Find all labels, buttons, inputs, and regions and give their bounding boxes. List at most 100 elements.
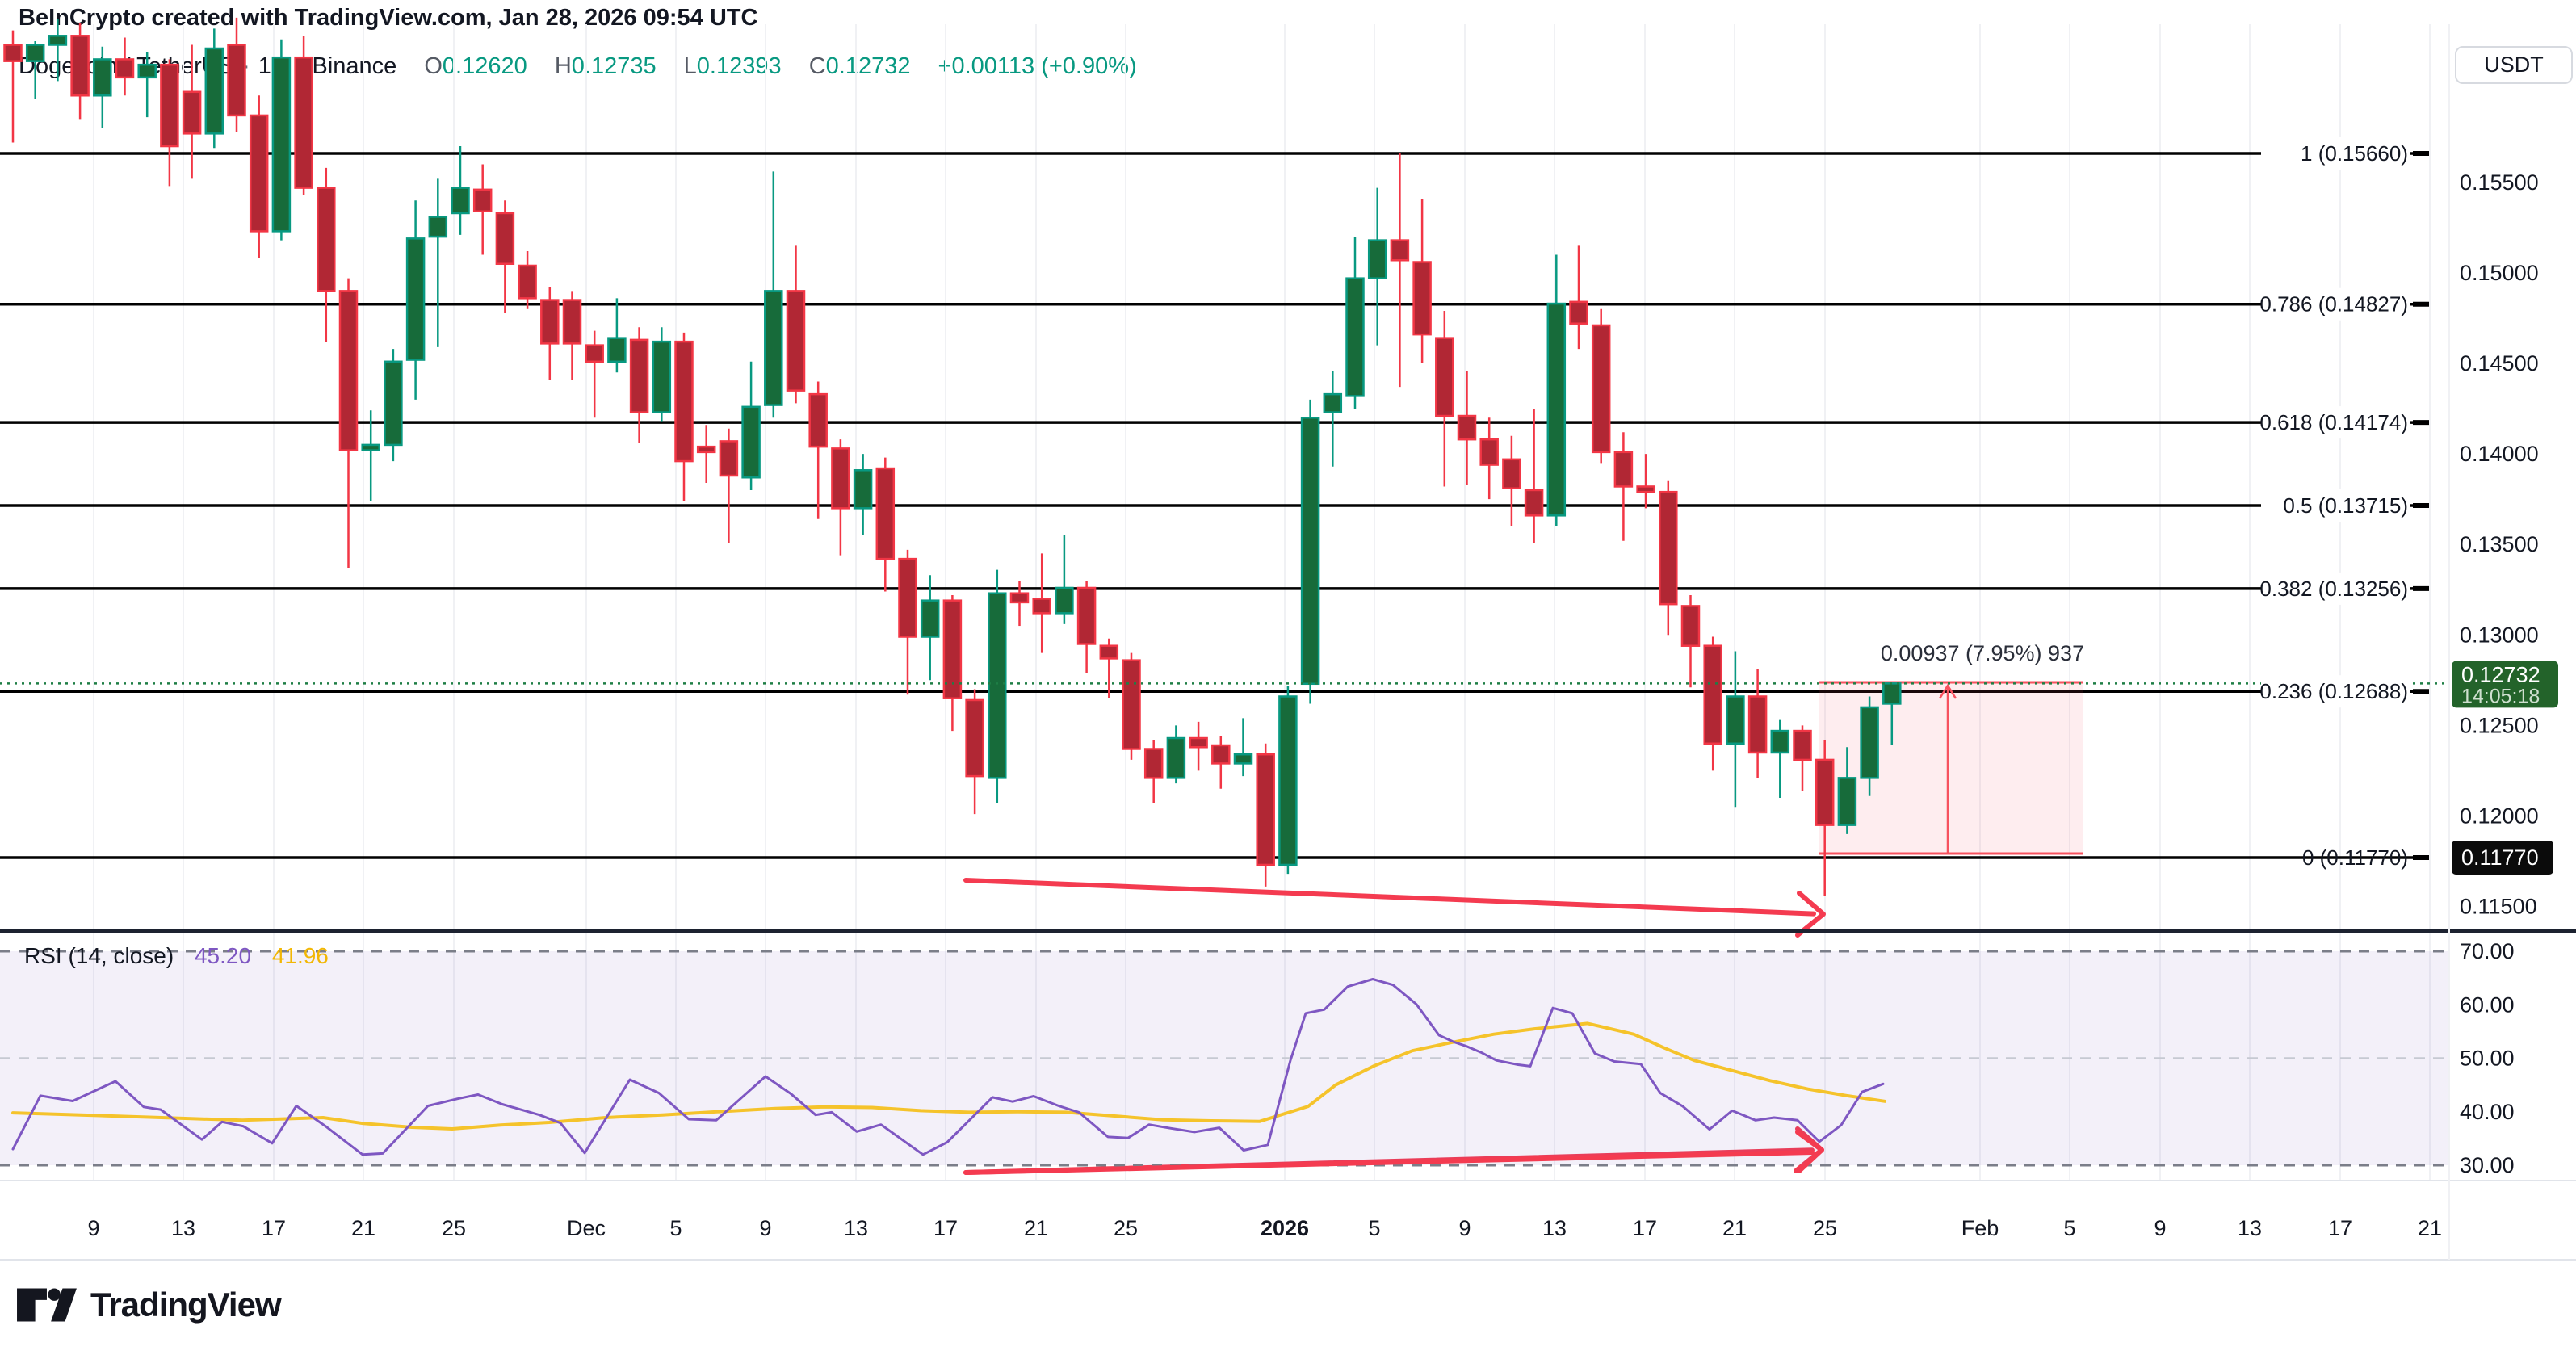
candle-body <box>94 59 111 95</box>
candle-body <box>1391 241 1408 261</box>
last-price-value: 0.12732 <box>2461 662 2540 686</box>
candle-body <box>340 291 357 450</box>
rsi-value: 45.20 <box>195 943 251 968</box>
measure-annotation: 0.00937 (7.95%) 937 <box>1881 641 2084 665</box>
candle-body <box>967 700 984 776</box>
candle-body <box>1257 754 1274 865</box>
currency-toggle-button[interactable]: USDT <box>2455 46 2573 84</box>
candle-body <box>1212 745 1229 763</box>
candle-body <box>1101 646 1118 659</box>
time-axis-label: 25 <box>442 1216 466 1240</box>
candle-body <box>1503 459 1520 489</box>
fib-zero-price-value: 0.11770 <box>2461 845 2539 870</box>
candle-body <box>1705 646 1722 744</box>
candle-body <box>474 190 491 212</box>
candle-body <box>765 291 782 405</box>
candle-body <box>317 188 334 292</box>
candle-body <box>921 601 938 637</box>
candle-body <box>49 36 66 44</box>
candle-body <box>407 238 424 359</box>
price-axis-label: 0.11500 <box>2460 895 2537 919</box>
bar-close-countdown: 14:05:18 <box>2461 685 2540 707</box>
candle-body <box>5 45 22 61</box>
tradingview-chart-window: BeInCrypto created with TradingView.com,… <box>0 0 2576 1355</box>
time-axis-label: 21 <box>351 1216 375 1240</box>
time-axis-label: 17 <box>262 1216 286 1240</box>
candle-body <box>810 394 827 447</box>
tradingview-wordmark: TradingView <box>90 1286 281 1324</box>
candle-body <box>1123 661 1140 749</box>
rsi-ma-value: 41.96 <box>272 943 329 968</box>
candle-body <box>452 188 469 213</box>
time-axis-label: 2026 <box>1261 1216 1309 1240</box>
time-axis-label: 13 <box>1542 1216 1567 1240</box>
candle-body <box>1571 302 1588 324</box>
candle-body <box>608 338 625 362</box>
candle-body <box>1324 394 1341 412</box>
rsi-indicator-legend[interactable]: RSI (14, close) 45.20 41.96 <box>24 943 329 969</box>
price-axis-label: 0.14000 <box>2460 442 2539 466</box>
time-axis-label: 25 <box>1813 1216 1837 1240</box>
time-axis-label: 21 <box>1722 1216 1747 1240</box>
candle-body <box>183 92 200 134</box>
candle-body <box>139 65 156 78</box>
candle-body <box>430 216 447 237</box>
candle-body <box>1168 738 1185 778</box>
price-axis-label: 0.12500 <box>2460 713 2539 737</box>
candle-body <box>877 468 894 559</box>
time-axis-label: 13 <box>844 1216 868 1240</box>
time-axis-label: Feb <box>1961 1216 1999 1240</box>
time-axis-label: 13 <box>2238 1216 2262 1240</box>
candle-body <box>1525 490 1542 515</box>
candle-body <box>72 36 89 95</box>
price-downtrend-arrow[interactable] <box>966 880 1814 914</box>
fib-level-label: 0.382 (0.13256) <box>2259 577 2408 601</box>
candle-body <box>384 362 401 445</box>
chart-canvas[interactable]: 0.00937 (7.95%) 9371 (0.15660)0.786 (0.1… <box>0 0 2576 1355</box>
candle-body <box>988 594 1005 778</box>
time-axis-label: 17 <box>1633 1216 1657 1240</box>
time-axis-label: 5 <box>2063 1216 2075 1240</box>
time-axis-label: 9 <box>759 1216 771 1240</box>
candle-body <box>541 300 558 344</box>
candle-body <box>1861 707 1878 778</box>
fib-level-label: 1 (0.15660) <box>2301 141 2408 166</box>
rsi-legend-title: RSI (14, close) <box>24 943 174 968</box>
time-axis-label: Dec <box>567 1216 606 1240</box>
candle-body <box>497 213 514 264</box>
candle-body <box>229 45 245 115</box>
candle-body <box>698 447 715 452</box>
candle-body <box>743 407 760 477</box>
candle-body <box>1638 486 1655 492</box>
price-axis-label: 0.12000 <box>2460 803 2539 828</box>
candle-body <box>1883 683 1900 703</box>
time-axis-label: 9 <box>2154 1216 2166 1240</box>
candle-body <box>1659 492 1676 604</box>
candle-body <box>250 115 267 231</box>
candle-body <box>564 300 581 344</box>
time-axis-label: 5 <box>1368 1216 1380 1240</box>
candle-body <box>1592 325 1609 452</box>
candle-body <box>1772 731 1789 753</box>
candle-body <box>1145 749 1162 778</box>
candle-body <box>787 291 804 390</box>
price-axis-label: 0.13000 <box>2460 623 2539 647</box>
candle-body <box>161 65 178 146</box>
price-axis-label: 0.15500 <box>2460 170 2539 195</box>
candle-body <box>1481 439 1498 464</box>
candle-body <box>653 342 670 412</box>
fib-level-label: 0.5 (0.13715) <box>2283 493 2408 518</box>
tradingview-logo[interactable]: TradingView <box>16 1284 281 1326</box>
candle-body <box>1458 416 1475 439</box>
time-axis-label: 17 <box>933 1216 958 1240</box>
price-axis-label: 0.14500 <box>2460 351 2539 375</box>
candle-body <box>1436 338 1453 416</box>
candle-body <box>1726 696 1743 743</box>
candle-body <box>1302 417 1319 684</box>
candle-body <box>519 266 536 298</box>
candle-body <box>586 346 603 362</box>
measure-box[interactable] <box>1819 682 2083 854</box>
time-axis-label: 5 <box>669 1216 682 1240</box>
candle-body <box>1279 696 1296 864</box>
candle-body <box>1190 738 1207 747</box>
